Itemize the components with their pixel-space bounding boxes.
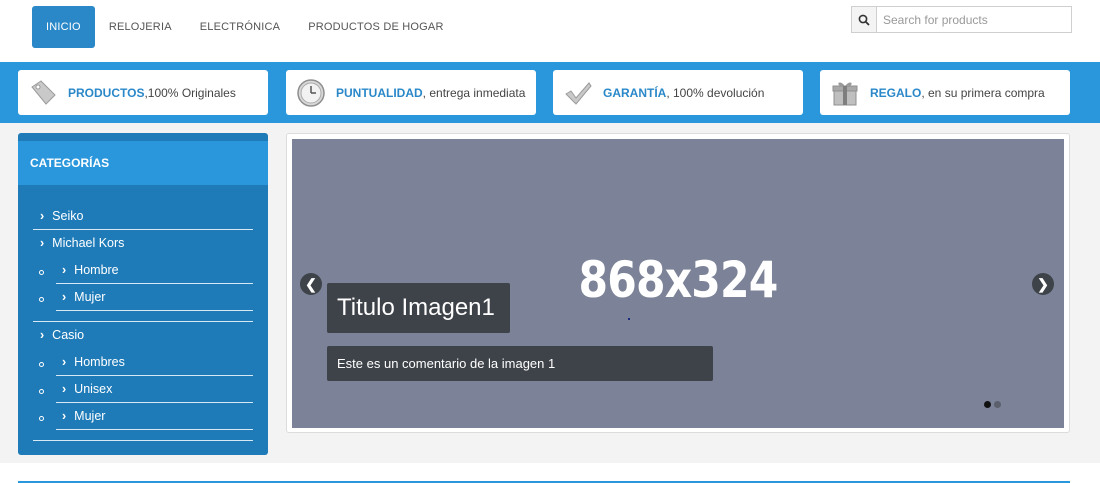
search-input[interactable]: [877, 7, 1071, 32]
nav-item-productos-hogar[interactable]: PRODUCTOS DE HOGAR: [294, 6, 457, 48]
slide-caption-title: Titulo Imagen1: [327, 283, 510, 333]
carousel-next-button[interactable]: ❯: [1032, 273, 1054, 295]
feature-title: REGALO: [870, 85, 922, 100]
main-nav: INICIO RELOJERIA ELECTRÓNICA PRODUCTOS D…: [32, 6, 458, 48]
category-list: › Seiko › Michael Kors › Hombre › Mujer › Cas…: [18, 203, 268, 441]
carousel-indicators: [984, 401, 1001, 408]
search-button[interactable]: [852, 7, 877, 32]
chevron-right-icon: ›: [62, 263, 67, 277]
feature-regalo: REGALO, en su primera compra: [820, 70, 1070, 115]
search-icon: [858, 14, 870, 26]
categories-title: CATEGORÍAS: [18, 141, 268, 185]
carousel-indicator-1[interactable]: [984, 401, 991, 408]
feature-productos: PRODUCTOS,100% Originales: [18, 70, 268, 115]
slide-dot-mark: [628, 318, 630, 320]
divider: [33, 440, 253, 441]
carousel-prev-button[interactable]: ❮: [300, 273, 322, 295]
category-item-casio[interactable]: › Casio: [18, 322, 268, 349]
carousel-slide[interactable]: 868x324 Titulo Imagen1 Este es un coment…: [292, 139, 1064, 428]
feature-garantia: GARANTÍA, 100% devolución: [553, 70, 803, 115]
subcategory-item-hombre[interactable]: › Hombre: [18, 257, 268, 284]
feature-text: ,100% Originales: [144, 85, 236, 100]
category-label: Hombre: [74, 263, 119, 277]
bullet-icon: [39, 270, 44, 275]
slide-caption-text: Este es un comentario de la imagen 1: [327, 346, 713, 381]
tag-icon: [26, 76, 60, 110]
subcategory-item-mujer-casio[interactable]: › Mujer: [18, 403, 268, 430]
carousel-indicator-2[interactable]: [994, 401, 1001, 408]
nav-item-electronica[interactable]: ELECTRÓNICA: [186, 6, 294, 48]
chevron-right-icon: ›: [40, 236, 45, 250]
nav-item-relojeria[interactable]: RELOJERIA: [95, 6, 186, 48]
search-box: [851, 6, 1072, 33]
bullet-icon: [39, 297, 44, 302]
gift-icon: [828, 76, 862, 110]
feature-text: , 100% devolución: [666, 85, 765, 100]
feature-title: GARANTÍA: [603, 85, 667, 100]
chevron-right-icon: ›: [40, 209, 45, 223]
feature-text: , en su primera compra: [921, 85, 1045, 100]
subcategory-item-unisex[interactable]: › Unisex: [18, 376, 268, 403]
chevron-right-icon: ›: [62, 355, 67, 369]
category-label: Casio: [52, 328, 85, 342]
bullet-icon: [39, 389, 44, 394]
feature-puntualidad: PUNTUALIDAD, entrega inmediata: [286, 70, 536, 115]
feature-title: PUNTUALIDAD: [336, 85, 423, 100]
category-label: Unisex: [74, 382, 113, 396]
category-label: Michael Kors: [52, 236, 125, 250]
chevron-right-icon: ›: [40, 328, 45, 342]
subcategory-item-hombres[interactable]: › Hombres: [18, 349, 268, 376]
clock-icon: [294, 76, 328, 110]
category-label: Hombres: [74, 355, 125, 369]
top-navbar: INICIO RELOJERIA ELECTRÓNICA PRODUCTOS D…: [0, 0, 1100, 62]
chevron-right-icon: ›: [62, 290, 67, 304]
chevron-right-icon: ›: [62, 409, 67, 423]
bullet-icon: [39, 416, 44, 421]
category-label: Mujer: [74, 290, 106, 304]
category-label: Seiko: [52, 209, 84, 223]
feature-title: PRODUCTOS: [68, 85, 145, 100]
nav-item-inicio[interactable]: INICIO: [32, 6, 95, 48]
subcategory-item-mujer[interactable]: › Mujer: [18, 284, 268, 311]
categories-sidebar: CATEGORÍAS › Seiko › Michael Kors › Hombre …: [18, 133, 268, 455]
feature-text: , entrega inmediata: [422, 85, 526, 100]
features-band: PRODUCTOS,100% Originales PUNTUALIDAD, e…: [0, 62, 1100, 123]
category-label: Mujer: [74, 409, 106, 423]
chevron-right-icon: ›: [62, 382, 67, 396]
content-area-bottom: [0, 463, 1100, 483]
image-carousel: 868x324 Titulo Imagen1 Este es un coment…: [286, 133, 1070, 433]
category-item-seiko[interactable]: › Seiko: [18, 203, 268, 230]
category-item-michael-kors[interactable]: › Michael Kors: [18, 230, 268, 257]
group-spacer: [18, 430, 268, 441]
checkmark-icon: [561, 76, 595, 110]
bullet-icon: [39, 362, 44, 367]
group-spacer: [18, 311, 268, 322]
